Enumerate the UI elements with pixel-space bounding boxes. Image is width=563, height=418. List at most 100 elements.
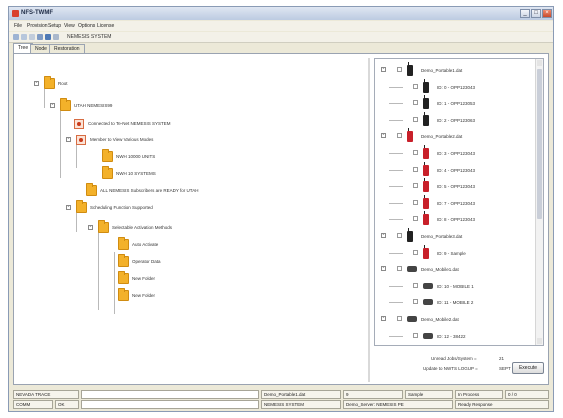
device-row[interactable]: ID: 0 - OPP123043 — [375, 78, 535, 94]
collapse-icon[interactable]: - — [381, 67, 386, 72]
device-row[interactable]: ID: 12 - 38422 — [375, 329, 535, 343]
device-checkbox[interactable] — [413, 166, 418, 172]
device-checkbox[interactable] — [413, 100, 418, 106]
collapse-icon[interactable]: - — [381, 233, 386, 238]
device-checkbox[interactable] — [413, 282, 418, 288]
title-bar[interactable]: NFS-TWMF _ □ × — [9, 7, 553, 20]
menu-view[interactable]: View — [64, 23, 75, 29]
device-label: ID: 2 - OPP123063 — [437, 117, 476, 123]
folder-icon — [118, 271, 129, 284]
device-group-row[interactable]: - Demo_Portable3.dat — [375, 228, 535, 243]
new-icon[interactable] — [13, 34, 19, 40]
menu-setup[interactable]: Setup — [48, 23, 61, 29]
device-group-row[interactable]: - Demo_Portable1.dat — [375, 62, 535, 77]
tree-line — [389, 86, 403, 88]
collapse-icon[interactable]: - — [381, 133, 386, 139]
device-checkbox[interactable] — [397, 233, 402, 238]
tree-line — [114, 252, 115, 314]
device-checkbox[interactable] — [413, 116, 418, 122]
device-row[interactable]: ID: 9 - Sample — [375, 244, 535, 260]
tree-node-label: Selectable Activation Methods — [112, 225, 173, 230]
folder-icon — [118, 254, 129, 267]
collapse-icon[interactable]: - — [381, 316, 386, 321]
radio-icon — [423, 211, 429, 226]
device-checkbox[interactable] — [413, 199, 418, 205]
device-row[interactable]: ID: 11 - MOBILE 2 — [375, 295, 535, 309]
device-label: ID: 0 - OPP123043 — [437, 84, 476, 90]
device-row[interactable]: ID: 4 - OPP123043 — [375, 161, 535, 177]
device-row[interactable]: ID: 2 - OPP123063 — [375, 111, 535, 127]
device-row[interactable]: ID: 5 - OPP123043 — [375, 178, 535, 193]
collapse-icon[interactable]: - — [66, 205, 71, 210]
menu-options[interactable]: Options — [78, 23, 95, 29]
device-group-row[interactable]: - Demo_Mobile1.dat — [375, 262, 535, 276]
tree-node-label: Root — [58, 81, 68, 86]
collapse-icon[interactable]: - — [66, 137, 71, 142]
tree-line — [389, 186, 403, 188]
collapse-icon[interactable]: - — [50, 103, 55, 108]
device-group-row[interactable]: - Demo_Portable2.dat — [375, 128, 535, 143]
vehicle-radio-icon — [423, 332, 433, 339]
device-checkbox[interactable] — [397, 266, 402, 272]
device-row[interactable]: ID: 10 - MOBILE 1 — [375, 279, 535, 293]
toolbar-system-label: NEMESIS SYSTEM — [67, 34, 112, 40]
radio-icon — [423, 145, 429, 159]
tree-line — [389, 219, 403, 221]
device-label: ID: 9 - Sample — [437, 250, 466, 256]
collapse-icon[interactable]: - — [381, 266, 386, 272]
tree-node-label: NWH 10000 UNITS — [116, 154, 156, 159]
device-list[interactable]: - Demo_Portable1.dat ID: 0 - OPP123043 ID: … — [374, 58, 544, 346]
execute-button[interactable]: Execute — [512, 362, 544, 374]
device-row[interactable]: ID: 7 - OPP123043 — [375, 194, 535, 210]
device-checkbox[interactable] — [413, 150, 418, 155]
print-icon[interactable] — [37, 34, 43, 40]
vehicle-radio-icon — [423, 299, 433, 306]
menu-file[interactable]: File — [14, 23, 22, 29]
menu-license[interactable]: License — [97, 23, 114, 29]
device-checkbox[interactable] — [397, 67, 402, 72]
device-checkbox[interactable] — [413, 83, 418, 89]
collapse-icon[interactable]: - — [88, 225, 93, 230]
status-input[interactable] — [81, 390, 259, 399]
status-input[interactable] — [81, 400, 259, 409]
device-checkbox[interactable] — [413, 183, 418, 189]
connect-icon[interactable] — [45, 34, 51, 40]
menu-bar: File Provision Setup View Options Licens… — [9, 21, 553, 31]
radio-icon — [423, 178, 429, 193]
device-group-row[interactable]: - Demo_Mobile2.dat — [375, 312, 535, 326]
splitter[interactable] — [368, 58, 370, 382]
device-label: Demo_Mobile1.dat — [421, 267, 459, 273]
maximize-button[interactable]: □ — [531, 9, 541, 18]
device-checkbox[interactable] — [413, 332, 418, 338]
scroll-thumb[interactable] — [537, 69, 542, 219]
tree-line — [98, 230, 99, 310]
save-icon[interactable] — [29, 34, 35, 40]
collapse-icon[interactable]: - — [34, 81, 39, 86]
device-row[interactable]: ID: 8 - OPP123043 — [375, 211, 535, 226]
tree-node-label: ALL NEMESIS Subscribers are READY for UT… — [100, 188, 199, 193]
menu-provision[interactable]: Provision — [27, 23, 48, 29]
tree-node-label: UTAH NEMESIS99 — [74, 103, 113, 108]
tree-node-label: New Folder — [132, 293, 156, 298]
device-checkbox[interactable] — [397, 316, 402, 321]
device-checkbox[interactable] — [413, 249, 418, 255]
vehicle-radio-icon — [423, 282, 433, 289]
radio-icon — [423, 95, 429, 110]
device-row[interactable]: ID: 3 - OPP123043 — [375, 145, 535, 160]
device-checkbox[interactable] — [397, 133, 402, 139]
tree-line — [389, 153, 403, 154]
scroll-down-icon[interactable] — [537, 338, 542, 344]
status-cell: In Process — [455, 390, 503, 399]
open-icon[interactable] — [21, 34, 27, 40]
folder-icon — [76, 200, 87, 213]
device-row[interactable]: ID: 1 - OPP123053 — [375, 95, 535, 110]
close-button[interactable]: × — [542, 9, 552, 18]
device-list-scrollbar[interactable] — [535, 59, 543, 345]
device-checkbox[interactable] — [413, 299, 418, 305]
tree-line — [60, 108, 61, 178]
minimize-button[interactable]: _ — [520, 9, 530, 18]
refresh-icon[interactable] — [53, 34, 59, 40]
scroll-up-icon[interactable] — [537, 60, 542, 66]
tab-restoration[interactable]: Restoration — [49, 44, 85, 53]
device-checkbox[interactable] — [413, 216, 418, 222]
